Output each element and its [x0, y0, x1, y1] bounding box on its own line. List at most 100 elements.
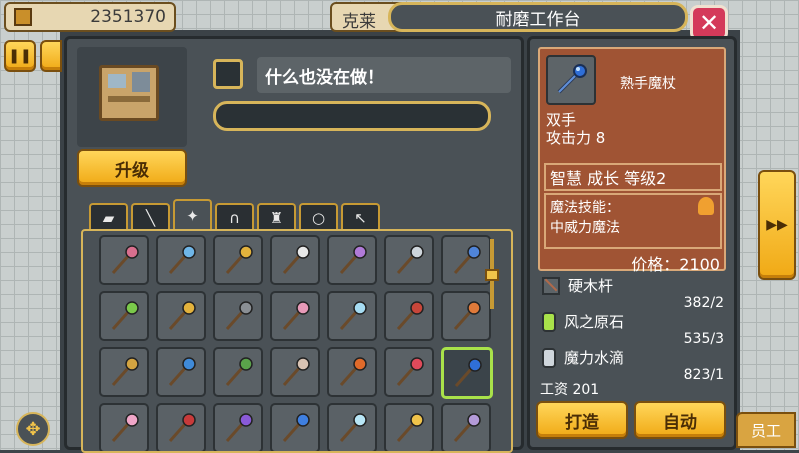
staff-slot[interactable]: [213, 235, 263, 285]
staff-slot[interactable]: [441, 291, 491, 341]
material-name: 硬木杆: [568, 277, 614, 295]
armor-tab-icon[interactable]: ♜: [257, 203, 296, 231]
material-count: 535/3: [683, 331, 724, 347]
workbench-icon: [99, 65, 159, 121]
staff-slot[interactable]: [213, 291, 263, 341]
staff-red-rose-icon: [168, 413, 196, 442]
progress-bar: [213, 101, 491, 131]
item-name: 熟手魔杖: [620, 76, 676, 92]
craft-button[interactable]: 打造: [536, 401, 628, 439]
staff-skull-icon: [282, 357, 310, 386]
staff-ruby-wand-icon: [396, 357, 424, 386]
staff-green-cross-icon: [111, 301, 139, 330]
bow-tab-icon[interactable]: ↖: [341, 203, 380, 231]
staff-green-twig-icon: [225, 357, 253, 386]
money-bar: 2351370: [4, 2, 176, 32]
pause-icon: ❚❚: [8, 48, 32, 64]
staff-orange-sun-icon: [453, 301, 481, 330]
material-name: 风之原石: [564, 313, 625, 331]
item-info-panel: 熟手魔杖 双手 攻击力 8 智慧 成长 等级2 魔法技能： 中威力魔法 价格：2…: [527, 36, 737, 450]
staff-slot[interactable]: [99, 347, 149, 397]
scrollbar-thumb[interactable]: [485, 269, 499, 281]
staff-slot[interactable]: [99, 291, 149, 341]
staff-slot[interactable]: [156, 403, 206, 451]
staff-ice-crystal-icon: [339, 301, 367, 330]
status-checkbox: [213, 59, 243, 89]
window-title: 耐磨工作台: [495, 9, 581, 30]
staff-slot[interactable]: [441, 347, 493, 399]
staff-violet-axe-icon: [225, 413, 253, 442]
magic-skill-icon: [698, 197, 714, 215]
material-count: 823/1: [683, 367, 724, 383]
upgrade-button[interactable]: 升级: [77, 149, 187, 187]
staff-slot[interactable]: [270, 403, 320, 451]
close-icon: ✕: [698, 9, 720, 37]
workstation-panel: 升级 什么也没在做！ ▰ ╲ ✦ ∩ ♜ ○ ↖: [64, 36, 524, 453]
staff-grey-orb-icon: [225, 301, 253, 330]
staff-blue-orb-icon: [168, 245, 196, 274]
staff-slot[interactable]: [213, 403, 263, 451]
material-row: 风之原石: [542, 311, 624, 332]
double-arrow-icon: ▶▶: [766, 217, 788, 233]
auto-label: 自动: [663, 412, 697, 433]
staff-sapphire-icon: [557, 64, 587, 94]
staff-slot[interactable]: [156, 291, 206, 341]
staff-slot[interactable]: [327, 235, 377, 285]
wood-rod-icon: [542, 276, 560, 295]
staff-golden-tree-icon: [111, 357, 139, 386]
skill-name: 中威力魔法: [550, 220, 620, 236]
staff-slot[interactable]: [270, 347, 320, 397]
money-value: 2351370: [90, 7, 166, 27]
material-count: 382/2: [683, 295, 724, 311]
compass-icon[interactable]: ✥: [16, 412, 50, 446]
expand-button[interactable]: ▶▶: [758, 170, 796, 280]
staff-gold-crescent-icon: [168, 301, 196, 330]
category-tabs: ▰ ╲ ✦ ∩ ♜ ○ ↖: [89, 199, 419, 231]
auto-button[interactable]: 自动: [634, 401, 726, 439]
staff-slot[interactable]: [384, 403, 434, 451]
status-text: 什么也没在做！: [265, 67, 384, 88]
wage-text: 工资 201: [540, 382, 600, 398]
staff-slot[interactable]: [327, 403, 377, 451]
staff-slot[interactable]: [270, 235, 320, 285]
building-icon: [14, 8, 32, 26]
staff-slot[interactable]: [270, 291, 320, 341]
staff-tab-icon[interactable]: ✦: [173, 199, 212, 231]
staff-frost-shard-icon: [339, 413, 367, 442]
staff-grid: [81, 229, 513, 453]
staff-purple-crystal-icon: [339, 245, 367, 274]
staff-slot[interactable]: [384, 291, 434, 341]
staff-golden-star-icon: [396, 413, 424, 442]
staff-slot[interactable]: [327, 347, 377, 397]
staff-slot[interactable]: [384, 235, 434, 285]
staff-slot[interactable]: [441, 235, 491, 285]
window-title-bar: 耐磨工作台: [388, 2, 688, 32]
item-attack: 攻击力 8: [546, 129, 606, 147]
staff-pink-wing-icon: [282, 301, 310, 330]
staff-slot[interactable]: [327, 291, 377, 341]
pause-button[interactable]: ❚❚: [4, 40, 36, 72]
craft-label: 打造: [565, 412, 599, 433]
name-text: 克莱: [342, 12, 376, 32]
staff-slot[interactable]: [99, 235, 149, 285]
staff-slot[interactable]: [441, 403, 491, 451]
staff-slot[interactable]: [156, 235, 206, 285]
station-portrait: [77, 47, 187, 147]
item-stats-box: 智慧 成长 等级2: [544, 163, 722, 191]
staff-fire-orb-icon: [339, 357, 367, 386]
staff-slot[interactable]: [156, 347, 206, 397]
status-text-box: 什么也没在做！: [257, 57, 511, 93]
ring-tab-icon[interactable]: ○: [299, 203, 338, 231]
helmet-tab-icon[interactable]: ∩: [215, 203, 254, 231]
staff-slot[interactable]: [213, 347, 263, 397]
spear-tab-icon[interactable]: ╲: [131, 203, 170, 231]
staff-slot[interactable]: [99, 403, 149, 451]
side-button[interactable]: [40, 40, 62, 72]
shield-tab-icon[interactable]: ▰: [89, 203, 128, 231]
upgrade-label: 升级: [115, 160, 149, 181]
staff-slot[interactable]: [384, 347, 434, 397]
mana-drop-icon: [542, 347, 556, 368]
staff-button[interactable]: 员工: [736, 412, 796, 448]
item-icon-frame: [546, 55, 596, 105]
staff-gold-orb-icon: [225, 245, 253, 274]
